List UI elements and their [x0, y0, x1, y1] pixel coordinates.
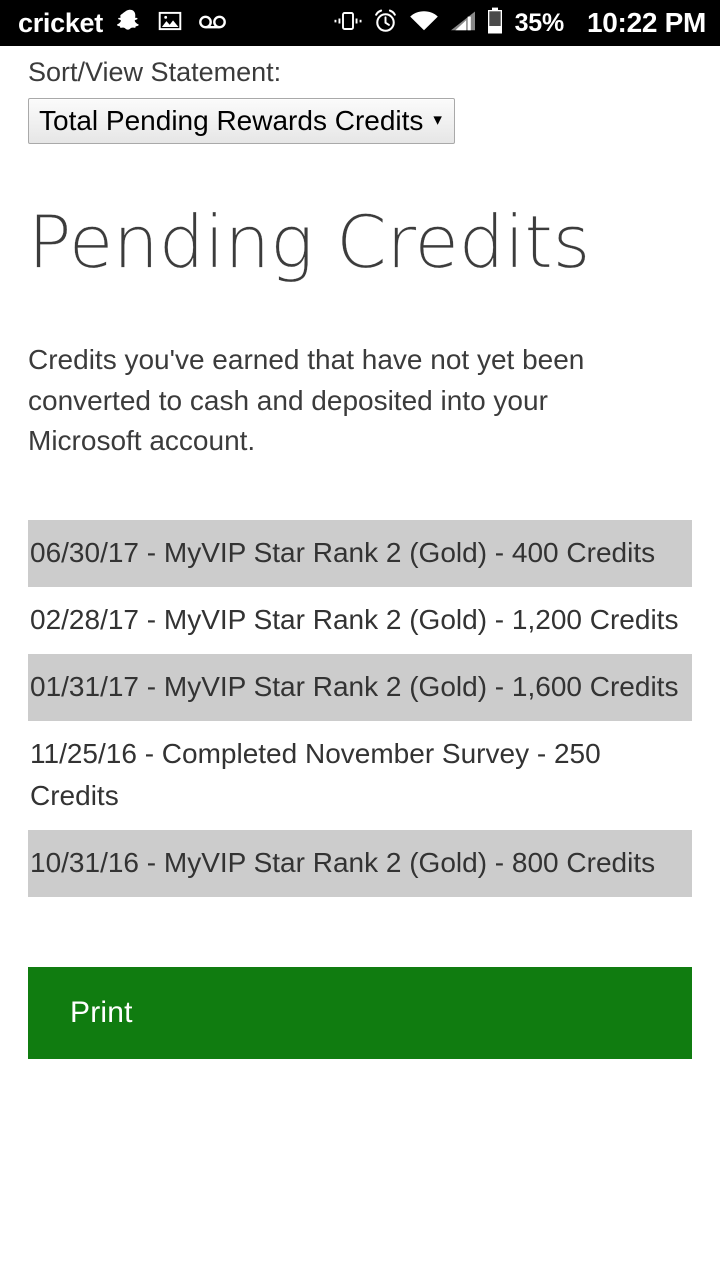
status-bar-right-group: 35% 10:22 PM	[333, 7, 708, 40]
sort-view-statement-select[interactable]: Total Pending Rewards Credits ▾	[28, 97, 455, 144]
list-item: 01/31/17 - MyVIP Star Rank 2 (Gold) - 1,…	[28, 654, 692, 722]
page-description: Credits you've earned that have not yet …	[28, 343, 585, 457]
sort-select-wrapper: Total Pending Rewards Credits ▾	[28, 97, 692, 144]
pending-credits-list: 06/30/17 - MyVIP Star Rank 2 (Gold) - 40…	[28, 520, 692, 898]
battery-icon	[486, 7, 504, 40]
chevron-down-icon: ▾	[433, 110, 442, 130]
status-bar: cricket 35% 10:22 PM	[0, 0, 720, 46]
wifi-icon	[408, 8, 440, 39]
clock-label: 10:22 PM	[587, 7, 706, 38]
print-button[interactable]: Print	[28, 967, 692, 1060]
cellular-signal-icon	[449, 8, 477, 39]
vibrate-icon	[333, 8, 363, 39]
carrier-label: cricket	[18, 7, 103, 38]
voicemail-icon	[197, 8, 229, 39]
battery-percent-label: 35%	[514, 8, 565, 37]
list-item: 06/30/17 - MyVIP Star Rank 2 (Gold) - 40…	[28, 520, 692, 588]
alarm-icon	[372, 8, 399, 39]
snapchat-icon	[116, 8, 143, 39]
sort-view-statement-label: Sort/View Statement:	[28, 57, 282, 87]
list-item: 11/25/16 - Completed November Survey - 2…	[28, 721, 692, 831]
page-title: Pending Credits	[28, 199, 591, 284]
sort-select-value: Total Pending Rewards Credits	[39, 104, 424, 136]
list-item: 02/28/17 - MyVIP Star Rank 2 (Gold) - 1,…	[28, 587, 692, 655]
list-item: 10/31/16 - MyVIP Star Rank 2 (Gold) - 80…	[28, 830, 692, 898]
image-icon	[157, 8, 183, 39]
page-content: Sort/View Statement: Total Pending Rewar…	[0, 46, 720, 1280]
status-bar-left-group: cricket	[18, 8, 229, 39]
